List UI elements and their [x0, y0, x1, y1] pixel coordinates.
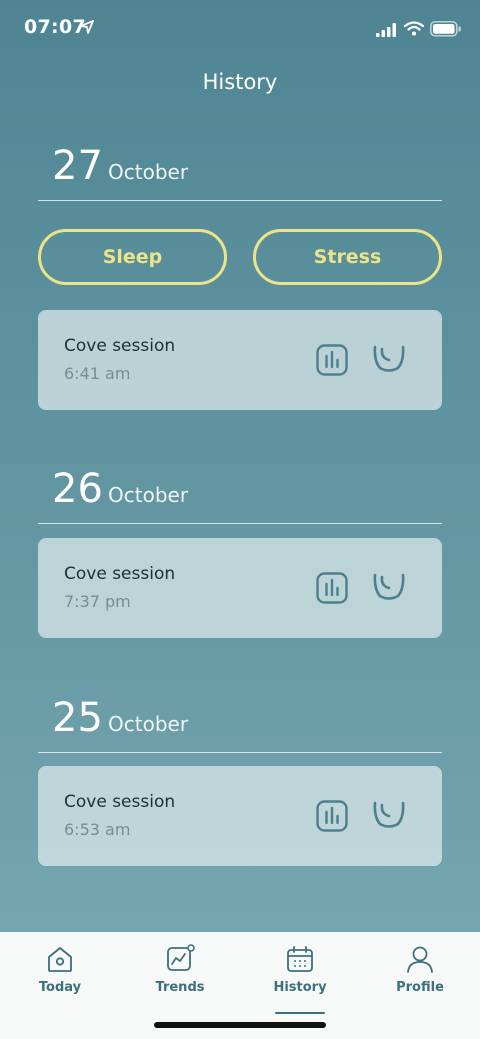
- session-card[interactable]: Cove session 6:53 am: [38, 766, 442, 866]
- session-card[interactable]: Cove session 7:37 pm: [38, 538, 442, 638]
- stress-filter-button[interactable]: Stress: [253, 229, 442, 285]
- battery-icon: [430, 21, 461, 37]
- tab-label: Profile: [396, 980, 444, 995]
- session-time: 6:53 am: [64, 820, 131, 839]
- location-arrow-icon: [80, 20, 94, 34]
- day-header: 27 October: [38, 144, 442, 201]
- calendar-icon: [287, 946, 313, 972]
- status-bar: 07:07: [0, 0, 480, 60]
- filter-row: Sleep Stress: [38, 229, 442, 285]
- wifi-icon: [404, 21, 424, 36]
- day-group: 26 October: [38, 467, 442, 524]
- session-time: 6:41 am: [64, 364, 131, 383]
- day-header: 25 October: [38, 696, 442, 753]
- day-month: October: [108, 483, 189, 507]
- day-month: October: [108, 712, 189, 736]
- day-group: 25 October: [38, 696, 442, 753]
- tab-history[interactable]: History: [240, 932, 360, 1012]
- tab-today[interactable]: Today: [0, 932, 120, 1012]
- active-tab-indicator: [275, 1012, 325, 1014]
- bar-chart-icon[interactable]: [316, 800, 348, 832]
- day-header: 26 October: [38, 467, 442, 524]
- tab-label: Today: [38, 980, 82, 995]
- session-time: 7:37 pm: [64, 592, 131, 611]
- tab-label: Trends: [155, 980, 205, 995]
- status-time: 07:07: [24, 16, 86, 38]
- day-month: October: [108, 160, 189, 184]
- bar-chart-icon[interactable]: [316, 572, 348, 604]
- tab-label: History: [273, 980, 327, 995]
- trends-icon: [167, 944, 195, 971]
- session-title: Cove session: [64, 336, 176, 356]
- day-number: 26: [52, 466, 103, 512]
- day-number: 25: [52, 695, 103, 741]
- tab-trends[interactable]: Trends: [120, 932, 240, 1012]
- sleep-filter-button[interactable]: Sleep: [38, 229, 227, 285]
- cove-device-icon[interactable]: [372, 344, 406, 374]
- bar-chart-icon[interactable]: [316, 344, 348, 376]
- home-icon: [48, 947, 72, 972]
- tab-bar: Today Trends History Profile: [0, 932, 480, 1039]
- session-title: Cove session: [64, 564, 176, 584]
- page-title: History: [202, 70, 278, 94]
- cellular-signal-icon: [376, 23, 396, 37]
- home-indicator[interactable]: [154, 1022, 326, 1028]
- session-card[interactable]: Cove session 6:41 am: [38, 310, 442, 410]
- day-group: 27 October: [38, 144, 442, 201]
- cove-device-icon[interactable]: [372, 800, 406, 830]
- session-title: Cove session: [64, 792, 176, 812]
- tab-profile[interactable]: Profile: [360, 932, 480, 1012]
- profile-icon: [407, 946, 433, 973]
- day-number: 27: [52, 143, 103, 189]
- cove-device-icon[interactable]: [372, 572, 406, 602]
